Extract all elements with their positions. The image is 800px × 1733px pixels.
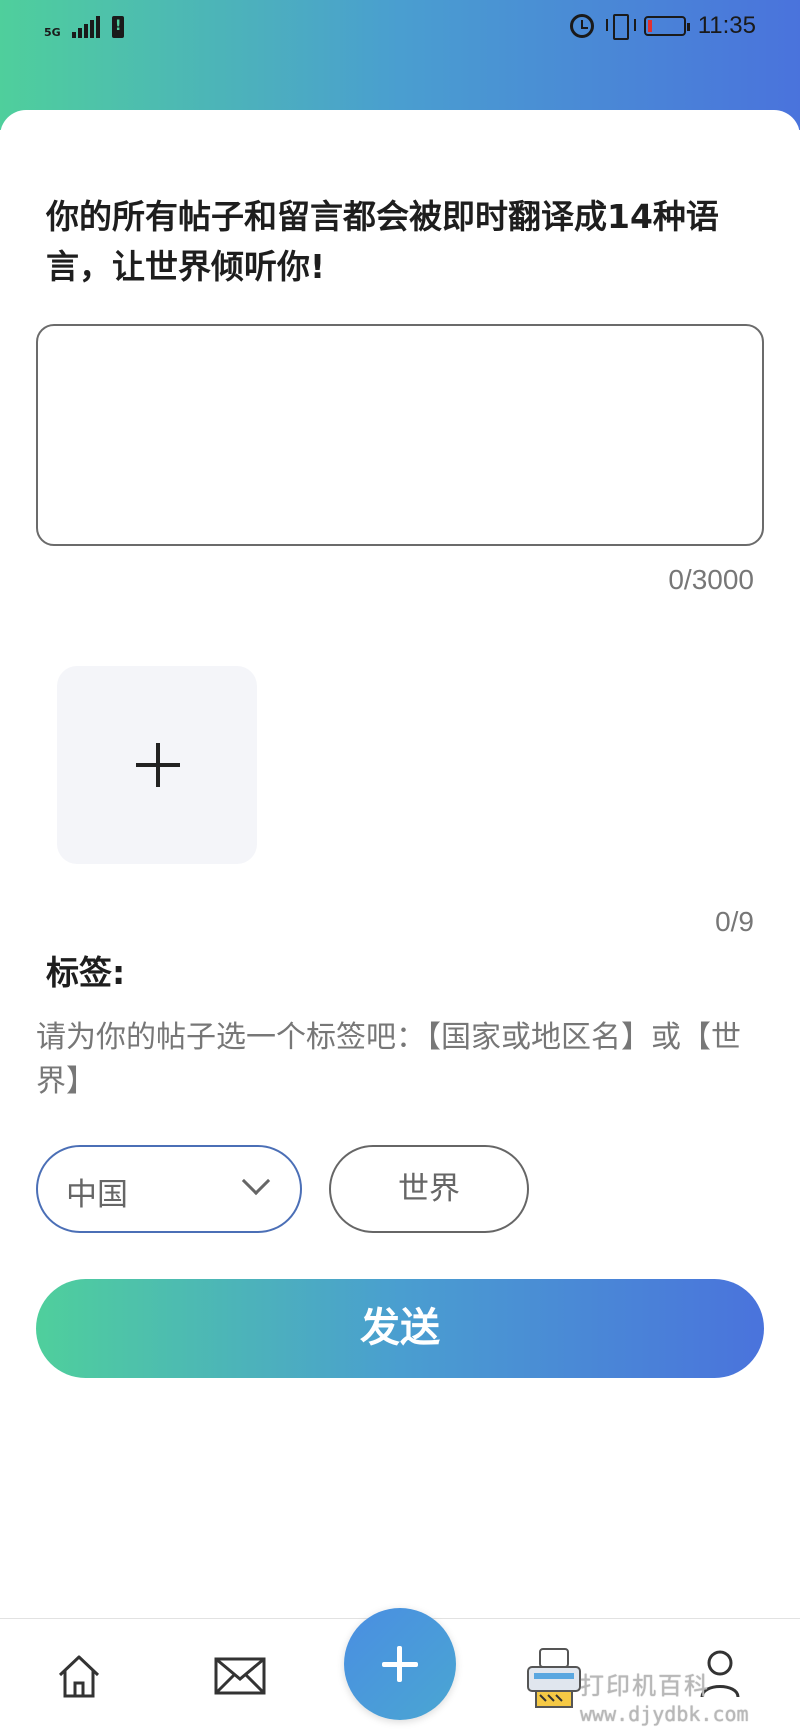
sim-alert-icon xyxy=(112,16,124,38)
signal-icon xyxy=(72,16,100,38)
watermark-line2: www.djydbk.com xyxy=(580,1702,749,1726)
home-icon[interactable] xyxy=(56,1653,102,1699)
page-headline: 你的所有帖子和留言都会被即时翻译成14种语言，让世界倾听你! xyxy=(46,197,719,286)
status-bar: 5G 11:35 xyxy=(0,0,800,60)
plus-icon-vertical xyxy=(156,743,160,787)
watermark-line1: 打印机百科 xyxy=(580,1672,710,1700)
tag-label: 标签: xyxy=(46,953,126,992)
country-select-value: 中国 xyxy=(66,1177,128,1213)
battery-low-icon xyxy=(643,16,690,36)
chevron-down-icon xyxy=(241,1166,271,1196)
char-counter: 0/3000 xyxy=(668,564,754,595)
alarm-icon xyxy=(569,14,594,38)
world-tag-button[interactable]: 世界 xyxy=(329,1145,529,1233)
watermark: 打印机百科 www.djydbk.com xyxy=(580,1672,749,1728)
photo-counter: 0/9 xyxy=(715,906,754,937)
tag-description: 请为你的帖子选一个标签吧：【国家或地区名】或【世界】 xyxy=(36,1020,741,1099)
post-text-input[interactable] xyxy=(36,324,764,546)
status-time: 11:35 xyxy=(697,12,756,39)
network-type: 5G xyxy=(44,26,61,39)
add-post-fab[interactable] xyxy=(344,1608,456,1720)
status-right: 11:35 xyxy=(569,12,756,40)
send-button[interactable]: 发送 xyxy=(36,1279,764,1378)
add-icon-vertical xyxy=(397,1646,402,1682)
status-left: 5G xyxy=(44,16,124,38)
mail-icon[interactable] xyxy=(214,1657,266,1695)
add-photo-button[interactable] xyxy=(57,666,257,864)
printer-icon xyxy=(527,1648,581,1708)
vibrate-icon xyxy=(605,13,636,40)
country-select[interactable]: 中国 xyxy=(36,1145,302,1233)
